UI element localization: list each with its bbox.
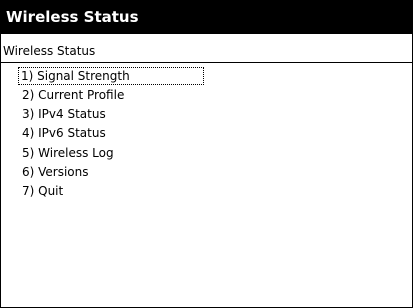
menu-item-ipv4-status[interactable]: 3) IPv4 Status [20, 105, 106, 123]
menu-item-quit[interactable]: 7) Quit [20, 182, 63, 200]
main-menu: 1) Signal Strength 2) Current Profile 3)… [1, 65, 412, 307]
menu-item-versions[interactable]: 6) Versions [20, 163, 89, 181]
window-title: Wireless Status [1, 1, 412, 34]
page-subtitle: Wireless Status [3, 44, 96, 58]
menu-item-signal-strength[interactable]: 1) Signal Strength [18, 67, 204, 85]
divider [1, 62, 412, 63]
menu-item-current-profile[interactable]: 2) Current Profile [20, 86, 124, 104]
wireless-status-window: Wireless Status Wireless Status 1) Signa… [0, 0, 413, 308]
menu-item-wireless-log[interactable]: 5) Wireless Log [20, 144, 114, 162]
menu-item-ipv6-status[interactable]: 4) IPv6 Status [20, 124, 106, 142]
